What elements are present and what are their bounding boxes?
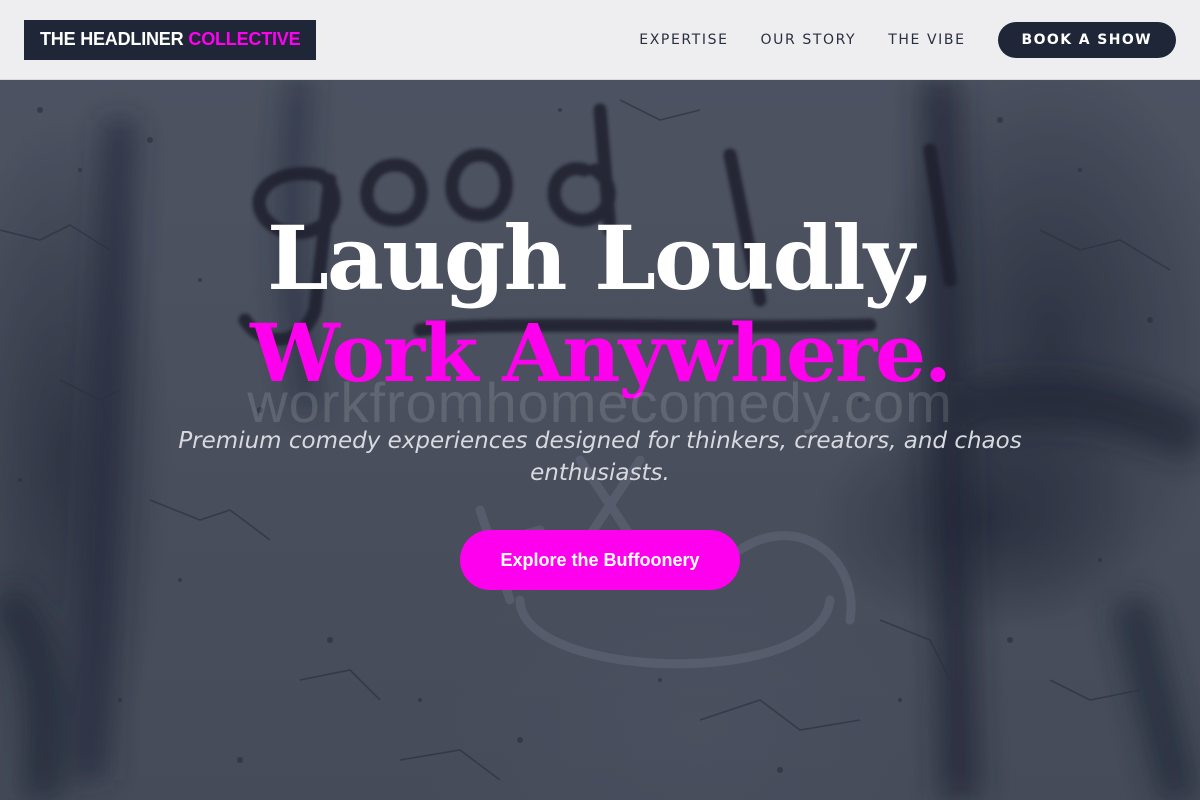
nav-link-expertise[interactable]: EXPERTISE <box>639 32 728 48</box>
book-a-show-button[interactable]: BOOK A SHOW <box>997 21 1176 58</box>
explore-button[interactable]: Explore the Buffoonery <box>460 530 740 590</box>
site-logo[interactable]: THE HEADLINER COLLECTIVE <box>24 19 317 60</box>
logo-text-primary: THE HEADLINER <box>40 29 184 49</box>
logo-text-accent: COLLECTIVE <box>188 29 301 49</box>
nav-link-the-vibe[interactable]: THE VIBE <box>888 32 965 48</box>
hero-section: Laugh Loudly, Work Anywhere. workfromhom… <box>0 80 1200 800</box>
hero-subtitle: Premium comedy experiences designed for … <box>178 428 1022 486</box>
nav-link-our-story[interactable]: OUR STORY <box>761 32 857 48</box>
main-nav: EXPERTISE OUR STORY THE VIBE BOOK A SHOW <box>639 21 1176 58</box>
headline-line-1: Laugh Loudly, <box>267 206 935 310</box>
site-header: THE HEADLINER COLLECTIVE EXPERTISE OUR S… <box>0 0 1200 80</box>
